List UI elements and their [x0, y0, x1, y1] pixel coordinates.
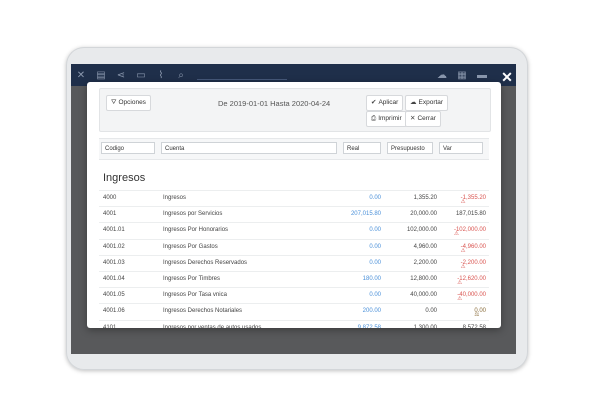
row-real-value: 180.00 [362, 275, 381, 282]
row-variance: ⚠ -4,960.00 [461, 244, 486, 254]
table-row[interactable]: 4001.05 Ingresos Por Tasa vnica 0.00 40,000… [99, 287, 489, 303]
row-variance: 8,572.58 [463, 325, 486, 329]
row-budget-value: 4,960.00 [413, 243, 437, 250]
row-account-name: Ingresos por Servicios [163, 211, 223, 218]
row-budget-value: 12,800.00 [410, 275, 437, 282]
cloud-download-icon: ☁ [410, 99, 417, 106]
row-code: 4000 [103, 195, 117, 201]
menu-toggle-icon[interactable]: ✕ [71, 70, 91, 81]
print-button[interactable]: ⎙ Imprimir [366, 111, 407, 127]
row-account-name: Ingresos Derechos Notariales [163, 308, 243, 315]
check-icon: ✔ [371, 99, 377, 106]
warning-icon: ⚠ [457, 279, 463, 286]
row-code: 4001.02 [103, 243, 125, 250]
row-real-value: 200.00 [362, 308, 381, 315]
row-variance: 187,015.80 [456, 211, 486, 217]
warning-icon: ⚠ [453, 231, 459, 238]
row-variance-value: 8,572.58 [462, 324, 486, 329]
row-variance: ⚠ -2,200.00 [461, 260, 486, 270]
table-row[interactable]: 4001 Ingresos por Servicios 207,015.80 20,0… [99, 206, 489, 222]
row-variance-value: 187,015.80 [455, 211, 486, 218]
row-account-name: Ingresos Por Gastos [163, 243, 218, 250]
close-modal-icon[interactable]: ✕ [498, 69, 516, 85]
options-button[interactable]: ⛛ Opciones [106, 95, 151, 111]
row-code: 4001.01 [103, 227, 125, 234]
row-variance: ⚠ -40,000.00 [457, 292, 486, 302]
table-row[interactable]: 4001.01 Ingresos Por Honorarios 0.00 102,00… [99, 222, 489, 238]
cloud-icon[interactable]: ☁ [432, 70, 452, 81]
var-filter-input[interactable]: Var [439, 142, 483, 154]
row-variance: ⚠ -102,000.00 [454, 227, 486, 237]
account-filter-input[interactable]: Cuenta [161, 142, 337, 154]
row-account-name: Ingresos por ventas de autos usados [163, 324, 262, 329]
document-icon[interactable]: ▤ [91, 70, 111, 81]
row-account-name: Ingresos Por Timbres [163, 275, 221, 282]
row-real-value: 0.00 [369, 292, 381, 299]
search-input[interactable] [197, 70, 287, 80]
row-budget-value: 1,300.00 [413, 324, 437, 329]
real-filter-input[interactable]: Real [343, 142, 381, 154]
row-code: 4001.03 [103, 259, 125, 266]
row-code: 4001.04 [103, 275, 125, 282]
row-budget-value: 0.00 [425, 308, 437, 315]
code-filter-input[interactable]: Codigo [101, 142, 155, 154]
card-icon[interactable]: ▭ [131, 70, 151, 81]
row-real-value: 9,872.58 [357, 324, 381, 329]
row-code: 4001.06 [103, 308, 125, 315]
table-row[interactable]: 4001.06 Ingresos Derechos Notariales 200.0… [99, 303, 489, 319]
row-variance: ⚠ -1,355.20 [461, 195, 486, 205]
table-row[interactable]: 4001.04 Ingresos Por Timbres 180.00 12,800.… [99, 270, 489, 287]
row-real-value: 0.00 [369, 195, 381, 201]
row-budget-value: 40,000.00 [410, 292, 437, 299]
row-variance: ⚠ -12,620.00 [457, 276, 486, 286]
report-toolbar: ⛛ Opciones De 2019-01-01 Hasta 2020-04-24… [99, 88, 491, 132]
budget-filter-input[interactable]: Presupuesto [387, 142, 433, 154]
table-row[interactable]: 4101 Ingresos por ventas de autos usados 9… [99, 319, 489, 329]
row-budget-value: 1,355.20 [413, 195, 437, 201]
close-button[interactable]: ✕ Cerrar [405, 111, 441, 127]
section-title: Ingresos [103, 172, 146, 184]
filter-icon: ⛛ [111, 99, 117, 106]
row-code: 4001.05 [103, 292, 125, 299]
car-icon[interactable]: ▬ [472, 70, 492, 81]
table-row[interactable]: 4001.02 Ingresos Por Gastos 0.00 4,960.00 ⚠ -… [99, 238, 489, 255]
row-variance: ⚖ 0.00 [474, 308, 486, 318]
row-account-name: Ingresos Por Tasa vnica [163, 292, 227, 299]
close-icon: ✕ [410, 115, 416, 122]
export-button[interactable]: ☁ Exportar [405, 95, 449, 111]
date-range-label: De 2019-01-01 Hasta 2020-04-24 [218, 99, 331, 108]
row-real-value: 0.00 [369, 227, 381, 234]
warning-icon: ⚠ [460, 199, 466, 205]
warning-icon: ⚠ [460, 263, 466, 270]
warning-icon: ⚠ [457, 296, 463, 303]
row-budget-value: 20,000.00 [410, 211, 437, 218]
share-icon[interactable]: ⋖ [111, 70, 131, 81]
row-budget-value: 2,200.00 [413, 259, 437, 266]
scale-icon: ⚖ [474, 312, 480, 319]
chart-icon[interactable]: ⌇ [151, 70, 171, 81]
search-icon[interactable]: ⌕ [171, 70, 191, 81]
table-row[interactable]: 4000 Ingresos 0.00 1,355.20 ⚠ -1,355.20 [99, 190, 489, 206]
row-real-value: 0.00 [369, 243, 381, 250]
row-code: 4101 [103, 324, 117, 329]
row-real-value: 0.00 [369, 259, 381, 266]
warning-icon: ⚠ [460, 247, 466, 254]
row-budget-value: 102,000.00 [406, 227, 437, 234]
row-code: 4001 [103, 211, 117, 218]
calendar-icon[interactable]: ▦ [452, 70, 472, 81]
report-modal: ⛛ Opciones De 2019-01-01 Hasta 2020-04-24… [87, 82, 501, 328]
apply-button[interactable]: ✔ Aplicar [366, 95, 404, 111]
table-row[interactable]: 4001.03 Ingresos Derechos Reservados 0.00 2… [99, 254, 489, 271]
row-real-value: 207,015.80 [350, 211, 381, 218]
row-account-name: Ingresos Derechos Reservados [163, 259, 248, 266]
column-filters: Codigo Cuenta Real Presupuesto Var [99, 138, 489, 160]
report-table: 4000 Ingresos 0.00 1,355.20 ⚠ -1,355.20 4001 In… [99, 190, 489, 328]
row-account-name: Ingresos [163, 195, 187, 201]
print-icon: ⎙ [371, 115, 377, 122]
row-account-name: Ingresos Por Honorarios [163, 227, 229, 234]
